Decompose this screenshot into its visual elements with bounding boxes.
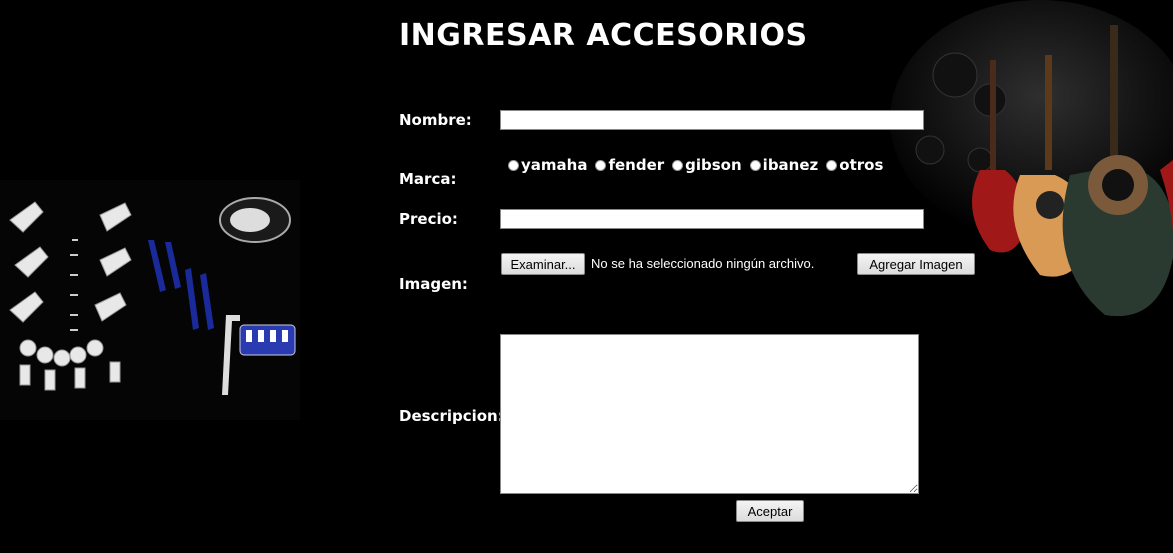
radio-button-icon[interactable] [749, 159, 761, 171]
marca-option-label: ibanez [762, 156, 819, 174]
radio-button-icon[interactable] [672, 159, 684, 171]
imagen-label: Imagen: [399, 275, 468, 293]
precio-input[interactable] [500, 209, 924, 229]
accessories-image [0, 180, 300, 420]
radio-button-icon[interactable] [826, 159, 838, 171]
radio-button-icon[interactable] [508, 159, 519, 171]
add-image-button[interactable]: Agregar Imagen [857, 253, 975, 275]
radio-button-icon[interactable] [595, 159, 607, 171]
marca-option-yamaha[interactable]: yamaha [508, 156, 587, 174]
file-status-text: No se ha seleccionado ningún archivo. [591, 256, 815, 271]
submit-button[interactable]: Aceptar [736, 500, 804, 522]
marca-option-otros[interactable]: otros [826, 156, 883, 174]
descripcion-textarea[interactable] [500, 334, 919, 494]
marca-option-label: fender [608, 156, 665, 174]
marca-option-ibanez[interactable]: ibanez [749, 156, 819, 174]
marca-option-label: yamaha [521, 156, 588, 174]
page-title: INGRESAR ACCESORIOS [399, 18, 808, 53]
marca-option-label: gibson [685, 156, 742, 174]
browse-file-button[interactable]: Examinar... [501, 253, 585, 275]
marca-radio-group: yamaha fender gibson ibanez otros [508, 156, 891, 174]
guitars-image [860, 0, 1173, 330]
marca-option-gibson[interactable]: gibson [672, 156, 742, 174]
nombre-input[interactable] [500, 110, 924, 130]
nombre-label: Nombre: [399, 111, 472, 129]
marca-option-fender[interactable]: fender [595, 156, 664, 174]
marca-label: Marca: [399, 170, 457, 188]
marca-option-label: otros [839, 156, 884, 174]
descripcion-label: Descripcion: [399, 407, 504, 425]
precio-label: Precio: [399, 210, 458, 228]
